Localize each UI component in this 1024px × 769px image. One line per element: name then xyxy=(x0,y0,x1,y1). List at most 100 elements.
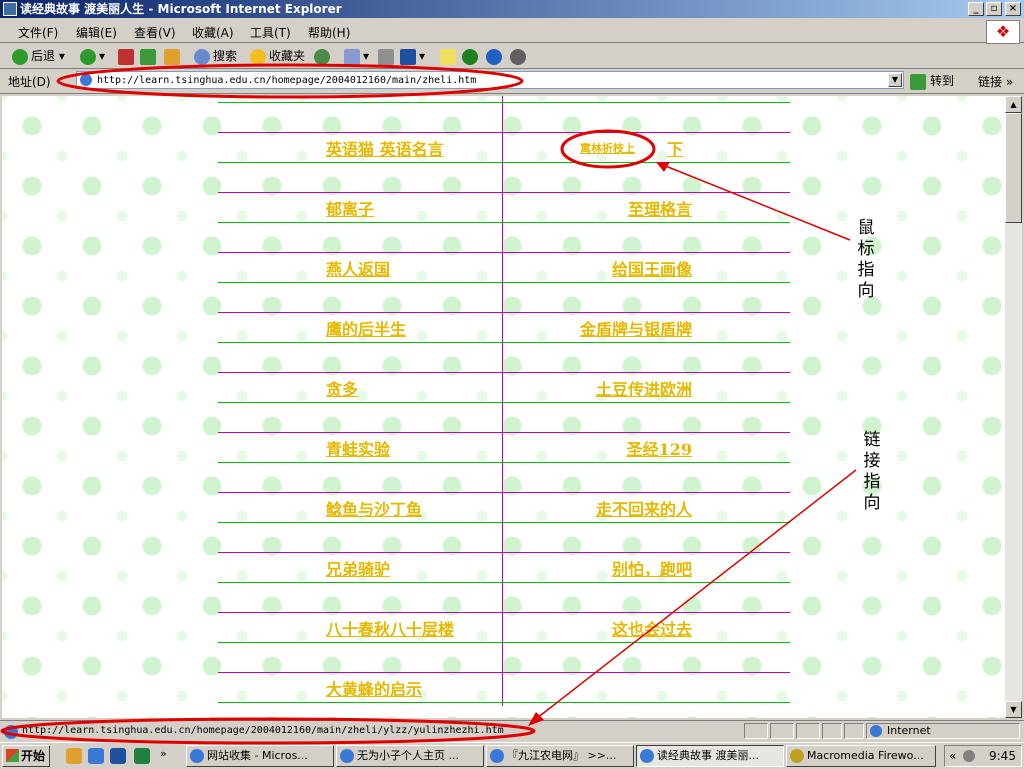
address-url: http://learn.tsinghua.edu.cn/homepage/20… xyxy=(97,75,477,86)
star-icon xyxy=(250,48,266,65)
speaker-icon[interactable] xyxy=(963,750,975,762)
story-link-left[interactable]: 八十春秋八十层楼 xyxy=(326,616,454,640)
address-label: 地址(D) xyxy=(8,75,51,89)
row-divider-green xyxy=(218,702,790,703)
menu-help[interactable]: 帮助(H) xyxy=(308,24,350,41)
scroll-down-button[interactable]: ▼ xyxy=(1005,701,1022,718)
address-input[interactable]: http://learn.tsinghua.edu.cn/homepage/20… xyxy=(76,71,904,89)
row-divider-magenta xyxy=(218,372,790,373)
note-icon xyxy=(440,48,456,65)
address-bar: 地址(D) http://learn.tsinghua.edu.cn/homep… xyxy=(0,69,1024,94)
minimize-button[interactable]: _ xyxy=(968,2,984,16)
story-link-left[interactable]: 贪多 xyxy=(326,376,358,400)
title-bar: 读经典故事 渡美丽人生 - Microsoft Internet Explore… xyxy=(0,0,1024,18)
history-button[interactable] xyxy=(314,46,333,66)
story-link-right[interactable]: 至理格言 xyxy=(628,196,692,220)
story-link-right[interactable]: 土豆传进欧洲 xyxy=(596,376,692,400)
forward-button[interactable]: ▾ xyxy=(80,46,105,66)
menu-edit[interactable]: 编辑(E) xyxy=(76,24,117,41)
address-dropdown-button[interactable]: ▼ xyxy=(888,73,902,87)
story-link-right[interactable]: 给国王画像 xyxy=(612,256,692,280)
story-link-left[interactable]: 燕人返国 xyxy=(326,256,390,280)
row-divider-green xyxy=(218,222,790,223)
page-content: 英语猫 英语名言 郁离子燕人返国鹰的后半生贪多青蛙实验鲶鱼与沙丁鱼 兄弟骑驴八十春秋… xyxy=(2,96,1005,718)
ext-button-2[interactable] xyxy=(486,46,505,66)
row-divider-magenta xyxy=(218,552,790,553)
story-link-right[interactable]: 金盾牌与银盾牌 xyxy=(580,316,692,340)
favorites-label: 收藏夹 xyxy=(269,49,306,63)
search-button[interactable]: 搜索 xyxy=(194,46,237,66)
story-link-right[interactable]: 圣经129 xyxy=(627,436,692,460)
story-link-right[interactable]: 走不回来的人 xyxy=(596,496,692,520)
home-button[interactable] xyxy=(164,46,183,66)
menu-file[interactable]: 文件(F) xyxy=(18,24,58,41)
story-link-left[interactable]: 兄弟骑驴 xyxy=(326,556,390,580)
word-quicklaunch-icon[interactable] xyxy=(110,748,126,764)
taskbar-task[interactable]: 网站收集 - Micros... xyxy=(186,745,334,767)
story-link-right[interactable]: 下 xyxy=(667,136,683,160)
tray-expand-icon[interactable]: « xyxy=(949,746,956,766)
zone-label: Internet xyxy=(887,724,931,737)
close-button[interactable]: × xyxy=(1005,2,1021,16)
home-icon xyxy=(164,48,180,65)
refresh-button[interactable] xyxy=(140,46,159,66)
word-button[interactable]: ▾ xyxy=(400,46,425,66)
story-link-left[interactable]: 大黄蜂的启示 xyxy=(326,676,422,700)
annotation-link: 链接指向 xyxy=(863,430,881,513)
row-divider-green xyxy=(218,642,790,643)
globe-icon xyxy=(462,48,478,65)
print-button[interactable] xyxy=(378,46,397,66)
security-zone: Internet xyxy=(866,723,1020,739)
story-link-left[interactable]: 郁离子 xyxy=(326,196,374,220)
go-arrow-icon xyxy=(910,73,926,90)
scroll-thumb[interactable] xyxy=(1005,113,1022,223)
taskbar-task[interactable]: 『九江农电网』 >>... xyxy=(486,745,634,767)
go-button[interactable]: 转到 xyxy=(910,71,954,91)
restore-button[interactable]: ▫ xyxy=(986,2,1002,16)
taskbar-task-active[interactable]: 读经典故事 渡美丽... xyxy=(636,745,784,767)
search-label: 搜索 xyxy=(213,49,238,63)
messenger-icon xyxy=(486,48,502,65)
menu-tools[interactable]: 工具(T) xyxy=(250,24,291,41)
ie-quicklaunch-icon[interactable] xyxy=(88,748,104,764)
story-link-left[interactable]: 鹰的后半生 xyxy=(326,316,406,340)
toolbar: 后退 ▾ ▾ 搜索 收藏夹 ▾ ▾ xyxy=(0,44,1024,69)
discuss-button[interactable] xyxy=(440,46,459,66)
excel-quicklaunch-icon[interactable] xyxy=(134,748,150,764)
story-link-right-small[interactable]: 寓林折枝上 xyxy=(580,140,635,156)
start-button[interactable]: 开始 xyxy=(2,745,50,767)
row-divider-green xyxy=(218,402,790,403)
status-url: http://learn.tsinghua.edu.cn/homepage/20… xyxy=(22,725,504,736)
story-link-right[interactable]: 这也会过去 xyxy=(612,616,692,640)
ext-button-3[interactable] xyxy=(510,46,529,66)
ext-button-1[interactable] xyxy=(462,46,481,66)
scroll-up-button[interactable]: ▲ xyxy=(1005,96,1022,113)
row-divider-green xyxy=(218,342,790,343)
favorites-button[interactable]: 收藏夹 xyxy=(250,46,305,66)
menu-favorites[interactable]: 收藏(A) xyxy=(192,24,234,41)
taskbar-task[interactable]: Macromedia Firewo... xyxy=(786,745,936,767)
center-divider xyxy=(502,96,503,706)
task-label: 『九江农电网』 >>... xyxy=(507,749,617,762)
ie-icon xyxy=(640,749,654,763)
row-divider-magenta xyxy=(218,492,790,493)
story-link-left[interactable]: 英语猫 英语名言 xyxy=(326,136,444,160)
quicklaunch-icon[interactable] xyxy=(66,748,82,764)
row-divider-magenta xyxy=(218,432,790,433)
vertical-scrollbar[interactable]: ▲ ▼ xyxy=(1005,96,1022,718)
stop-button[interactable] xyxy=(118,46,137,66)
story-link-left[interactable]: 鲶鱼与沙丁鱼 xyxy=(326,496,422,520)
story-link-left[interactable]: 青蛙实验 xyxy=(326,436,390,460)
taskbar-task[interactable]: 无为小子个人主页 ... xyxy=(336,745,484,767)
mail-icon xyxy=(344,48,360,65)
menu-view[interactable]: 查看(V) xyxy=(134,24,176,41)
links-button[interactable]: 链接 » xyxy=(978,73,1013,90)
globe-icon xyxy=(870,725,882,737)
mail-button[interactable]: ▾ xyxy=(344,46,369,66)
status-cell xyxy=(844,723,864,739)
quicklaunch-more-icon[interactable]: » xyxy=(160,747,167,760)
row-divider-green xyxy=(218,462,790,463)
story-link-right[interactable]: 别怕，跑吧 xyxy=(612,556,692,580)
back-button[interactable]: 后退 ▾ xyxy=(12,46,65,66)
start-label: 开始 xyxy=(21,749,46,763)
